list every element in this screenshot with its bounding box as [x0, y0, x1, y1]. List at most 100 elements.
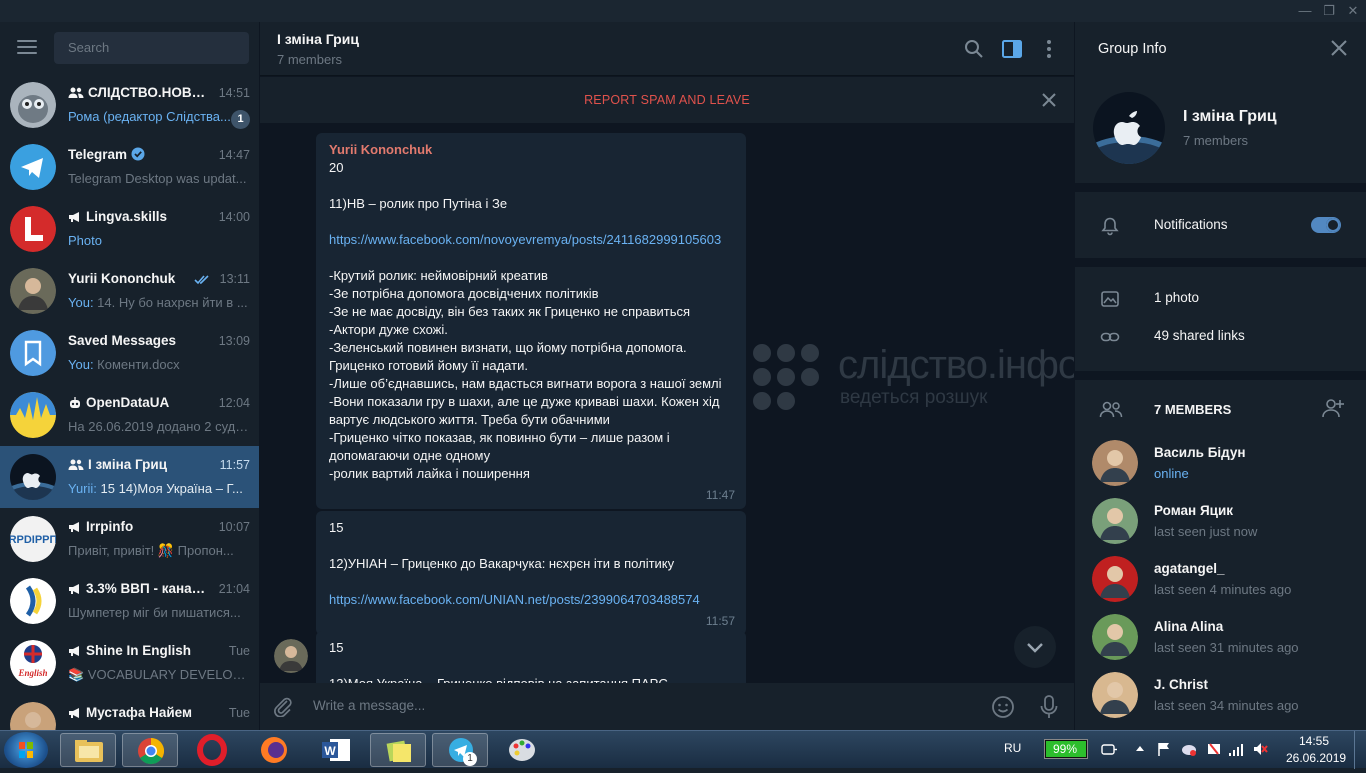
- taskbar-word[interactable]: W: [308, 733, 364, 767]
- input-language[interactable]: RU: [1004, 741, 1021, 755]
- taskbar-chrome[interactable]: [122, 733, 178, 767]
- minimize-button[interactable]: —: [1293, 2, 1317, 20]
- attach-icon[interactable]: [272, 695, 294, 717]
- member-row[interactable]: Роман Яцик last seen just now: [1075, 494, 1366, 552]
- clock-date[interactable]: 26.06.2019: [1286, 751, 1346, 765]
- member-status: last seen 31 minutes ago: [1154, 640, 1299, 655]
- more-options-icon[interactable]: [1037, 37, 1061, 61]
- show-desktop-button[interactable]: [1354, 731, 1366, 769]
- taskbar-explorer[interactable]: [60, 733, 116, 767]
- message-bubble[interactable]: Yurii Kononchuk 20 11)НВ – ролик про Путін…: [316, 133, 746, 509]
- start-button[interactable]: [4, 732, 48, 768]
- links-count: 49 shared links: [1154, 328, 1245, 343]
- volume-muted-icon[interactable]: [1252, 741, 1268, 757]
- message-text-line: -Лише об’єднавшись, нам вдасться вигнати…: [329, 376, 722, 391]
- message-bubble[interactable]: 15 12)УНІАН – Гриценко до Вакарчука: нєхр…: [316, 511, 746, 635]
- group-avatar[interactable]: [1093, 92, 1165, 164]
- member-row[interactable]: agatangel_ last seen 4 minutes ago: [1075, 552, 1366, 610]
- taskbar-opera[interactable]: [184, 733, 240, 767]
- user-photo-avatar: [1092, 614, 1138, 660]
- message-text-line: [329, 249, 733, 267]
- chat-preview: Telegram Desktop was updat...: [68, 171, 247, 186]
- member-row[interactable]: J. Christ last seen 34 minutes ago: [1075, 668, 1366, 726]
- hamburger-menu-icon[interactable]: [17, 40, 37, 54]
- chat-time: 21:04: [218, 582, 250, 596]
- message-link[interactable]: https://www.facebook.com/UNIAN.net/posts…: [329, 591, 733, 609]
- signal-icon[interactable]: [1228, 741, 1244, 757]
- chat-time: 11:57: [219, 458, 250, 472]
- search-icon[interactable]: [962, 37, 986, 61]
- battery-indicator[interactable]: 99%: [1044, 739, 1088, 759]
- chat-list-item[interactable]: RPDIPРП Irrpinfo 10:07 Привіт, привіт! 🎊 Пр…: [0, 508, 259, 570]
- member-row[interactable]: Василь Бідун online: [1075, 436, 1366, 494]
- chat-list-item[interactable]: English Shine In English Tue 📚 VOCABULARY D…: [0, 632, 259, 694]
- window-title-bar: — ❐ ✕: [0, 0, 1366, 22]
- taskbar-telegram[interactable]: 1: [432, 733, 488, 767]
- emoji-icon[interactable]: [991, 695, 1015, 719]
- chat-time: Tue: [228, 706, 250, 720]
- security-icon[interactable]: [1206, 741, 1222, 757]
- sidebar-toggle-icon[interactable]: [1000, 37, 1024, 61]
- chat-list-item[interactable]: OpenDataUA 12:04 На 26.06.2019 додано 2 су…: [0, 384, 259, 446]
- taskbar-sticky-notes[interactable]: [370, 733, 426, 767]
- message-input[interactable]: Write a message...: [313, 698, 425, 713]
- member-name: agatangel_: [1154, 561, 1225, 576]
- tray-expand-icon[interactable]: [1134, 743, 1146, 755]
- shared-photos-row[interactable]: 1 photo: [1075, 280, 1366, 318]
- member-name: Роман Яцик: [1154, 503, 1234, 518]
- close-window-button[interactable]: ✕: [1341, 2, 1365, 20]
- chat-header[interactable]: І зміна Гриц 7 members: [260, 22, 1074, 76]
- chat-list-item[interactable]: Lingva.skills 14:00 Photo: [0, 198, 259, 260]
- maximize-button[interactable]: ❐: [1317, 2, 1341, 20]
- chat-list-item[interactable]: 3.3% ВВП - канал ... 21:04 Шумпетер міг би…: [0, 570, 259, 632]
- member-name: Василь Бідун: [1154, 445, 1246, 460]
- clock-time[interactable]: 14:55: [1299, 734, 1329, 748]
- chat-name: Shine In English: [68, 643, 208, 658]
- channel-megaphone-icon: [69, 522, 79, 532]
- message-composer: Write a message...: [260, 683, 1074, 730]
- taskbar-firefox[interactable]: [246, 733, 302, 767]
- member-row[interactable]: Alina Alina last seen 31 minutes ago: [1075, 610, 1366, 668]
- cloud-icon[interactable]: [1180, 741, 1198, 757]
- close-icon[interactable]: [1040, 91, 1058, 109]
- chat-list-item[interactable]: Saved Messages 13:09 You: Коменти.docx: [0, 322, 259, 384]
- chat-list-item[interactable]: Мустафа Найем Tue: [0, 694, 259, 730]
- notifications-toggle[interactable]: [1311, 217, 1341, 233]
- lingva-logo-icon: [10, 206, 56, 252]
- message-text-line: -Вони показали гру в шахи, але це дуже к…: [329, 394, 720, 427]
- message-text-line: 11)НВ – ролик про Путіна і Зе: [329, 196, 508, 211]
- action-center-flag-icon[interactable]: [1156, 741, 1172, 757]
- add-member-icon[interactable]: [1321, 398, 1345, 420]
- user-photo-avatar: [1092, 556, 1138, 602]
- close-icon[interactable]: [1330, 39, 1348, 57]
- member-status: last seen 34 minutes ago: [1154, 698, 1299, 713]
- bookmark-icon: [10, 330, 56, 376]
- message-bubble[interactable]: 15 13)Моя Україна – Гриценко відповів на …: [316, 631, 746, 683]
- taskbar-paint[interactable]: [494, 733, 550, 767]
- apple-earth-avatar-icon: [10, 454, 56, 500]
- chat-list-item[interactable]: Telegram 14:47 Telegram Desktop was updat…: [0, 136, 259, 198]
- microphone-icon[interactable]: [1038, 694, 1060, 720]
- chat-name: 3.3% ВВП - канал ...: [68, 581, 208, 596]
- message-sender[interactable]: Yurii Kononchuk: [329, 141, 733, 159]
- shared-links-row[interactable]: 49 shared links: [1075, 318, 1366, 356]
- chat-list-item[interactable]: Yurii Kononchuk 13:11 You: 14. Ну бо нахрє…: [0, 260, 259, 322]
- watermark-subtitle: ведеться розшук: [840, 387, 988, 408]
- group-member-count: 7 members: [1183, 133, 1249, 148]
- chat-preview: You: Коменти.docx: [68, 357, 180, 372]
- chat-title[interactable]: І зміна Гриц: [277, 31, 359, 47]
- irrp-logo-icon: RPDIPРП: [10, 516, 56, 562]
- message-link[interactable]: https://www.facebook.com/novoyevremya/po…: [329, 231, 733, 249]
- scroll-down-button[interactable]: [1014, 626, 1056, 668]
- report-spam-button[interactable]: REPORT SPAM AND LEAVE: [584, 93, 750, 107]
- chat-avatar: English: [10, 640, 56, 686]
- power-plug-icon[interactable]: [1098, 741, 1118, 759]
- sender-avatar[interactable]: [274, 639, 308, 673]
- chat-list-item[interactable]: І зміна Гриц 11:57 Yurii: 15 14)Моя Україн…: [0, 446, 259, 508]
- chat-list-item[interactable]: СЛІДСТВО.НОВИНИ 14:51 Рома (редактор Слідс…: [0, 74, 259, 136]
- message-text-line: -Крутий ролик: неймовірний креатив: [329, 268, 548, 283]
- search-input[interactable]: Search: [54, 32, 249, 64]
- chat-avatar: [10, 702, 56, 730]
- message-text-line: [329, 537, 733, 555]
- unread-badge: 1: [231, 110, 250, 129]
